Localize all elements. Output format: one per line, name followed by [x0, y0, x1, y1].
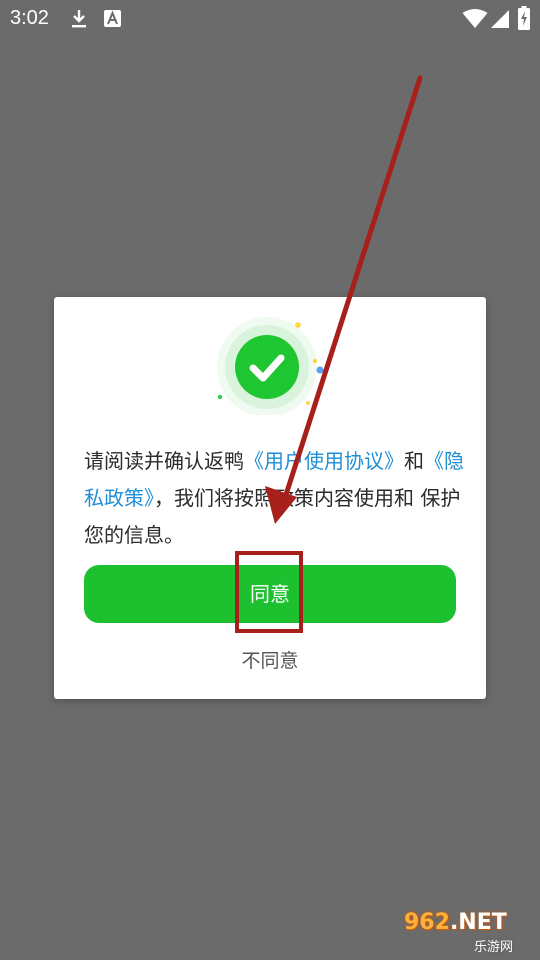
check-circle-icon: [217, 317, 324, 415]
privacy-consent-dialog: 请阅读并确认返鸭《用户使用协议》和《隐私政策》，我们将按照政策内容使用和 保护您…: [54, 297, 486, 699]
consent-message: 请阅读并确认返鸭《用户使用协议》和《隐私政策》，我们将按照政策内容使用和 保护您…: [84, 443, 464, 554]
watermark-domain: .NET: [449, 910, 507, 935]
user-agreement-link[interactable]: 《用户使用协议》: [244, 449, 404, 473]
wifi-icon: [462, 9, 488, 28]
consent-text-2: 和: [404, 449, 424, 473]
status-bar: 3:02: [0, 0, 540, 38]
download-icon: [72, 10, 86, 28]
watermark-sub: 乐游网: [474, 940, 514, 955]
watermark-logo: 962.NET 乐游网: [400, 910, 534, 955]
a-notification-icon: [104, 10, 121, 27]
watermark-main: 962.NET: [404, 910, 507, 935]
signal-icon: [491, 10, 509, 28]
watermark-number: 962: [404, 910, 450, 935]
status-time: 3:02: [10, 7, 49, 29]
annotation-highlight-box: [235, 551, 303, 633]
consent-text-1: 请阅读并确认返鸭: [84, 449, 244, 473]
disagree-button[interactable]: 不同意: [220, 647, 320, 675]
battery-charging-icon: [518, 6, 530, 30]
